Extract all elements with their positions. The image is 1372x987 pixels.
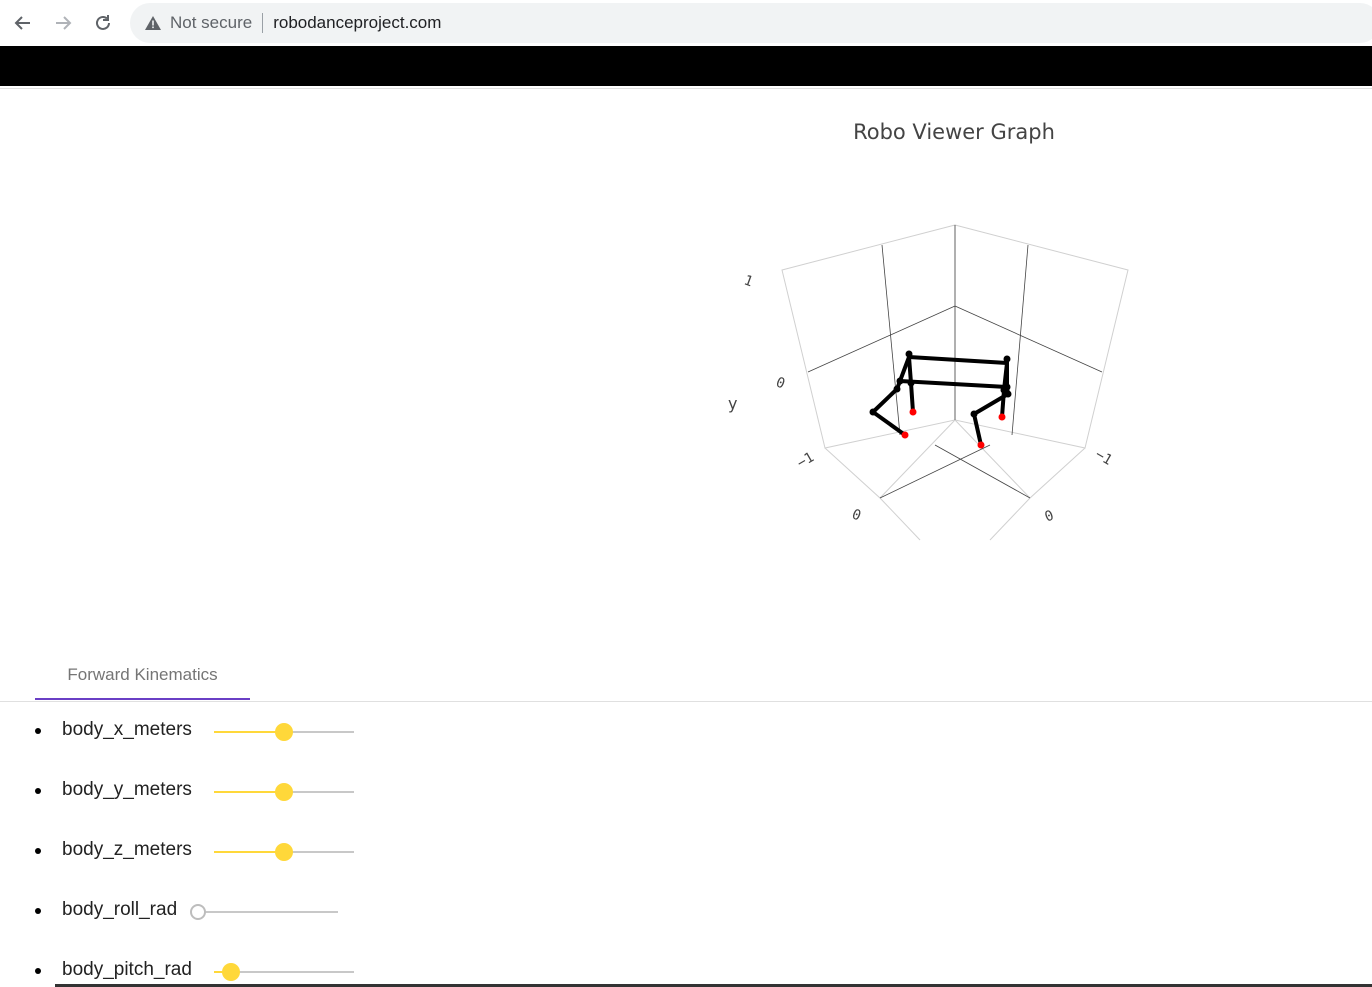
tick-vertical-mid: 0 (774, 374, 787, 392)
tick-right-low: −1 (1092, 447, 1115, 469)
bullet (35, 848, 41, 854)
slider-track[interactable] (214, 843, 354, 861)
slider-track[interactable] (214, 783, 354, 801)
tab-forward-kinematics[interactable]: Forward Kinematics (35, 650, 250, 700)
bullet (35, 728, 41, 734)
slider-thumb[interactable] (275, 843, 293, 861)
slider-track[interactable] (214, 723, 354, 741)
slider-label: body_y_meters (62, 779, 192, 800)
axis-label-y: y (728, 394, 737, 413)
browser-toolbar: Not secure robodanceproject.com (0, 0, 1372, 46)
slider-thumb[interactable] (190, 904, 206, 920)
slider-fill (214, 731, 284, 733)
forward-arrow-icon[interactable] (48, 8, 78, 38)
slider-track[interactable] (214, 963, 354, 981)
slider-thumb[interactable] (275, 723, 293, 741)
slider-fill (214, 791, 284, 793)
tick-left-front: 0 (850, 506, 863, 524)
slider-label: body_roll_rad (62, 899, 178, 920)
security-status[interactable]: Not secure (170, 13, 252, 33)
address-bar[interactable]: Not secure robodanceproject.com (130, 3, 1372, 43)
tick-vertical-top: 1 (742, 272, 755, 290)
slider-label: body_pitch_rad (62, 959, 192, 980)
tick-left-low: −1 (794, 449, 817, 471)
bullet (35, 908, 41, 914)
url-text[interactable]: robodanceproject.com (273, 13, 441, 33)
slider-label: body_z_meters (62, 839, 192, 860)
graph-title: Robo Viewer Graph (853, 120, 1055, 144)
tick-right-front: 0 (1043, 508, 1056, 526)
slider-thumb[interactable] (275, 783, 293, 801)
omnibox-separator (262, 13, 264, 33)
reload-icon[interactable] (88, 8, 118, 38)
header-divider (0, 88, 1372, 89)
tab-bar: Forward Kinematics (0, 650, 1372, 702)
slider-track[interactable] (190, 904, 338, 920)
robot-3d-plot[interactable]: 1 0 y −1 0 −1 0 (700, 200, 1160, 560)
warning-icon (144, 14, 162, 32)
bullet (35, 968, 41, 974)
slider-thumb[interactable] (221, 963, 240, 981)
tab-divider (0, 701, 1372, 702)
back-arrow-icon[interactable] (8, 8, 38, 38)
robot-body-lines (871, 355, 1010, 447)
tab-active-indicator (35, 698, 250, 700)
bullet (35, 788, 41, 794)
site-header-banner (0, 46, 1372, 86)
slider-fill (214, 851, 284, 853)
slider-label: body_x_meters (62, 719, 192, 740)
